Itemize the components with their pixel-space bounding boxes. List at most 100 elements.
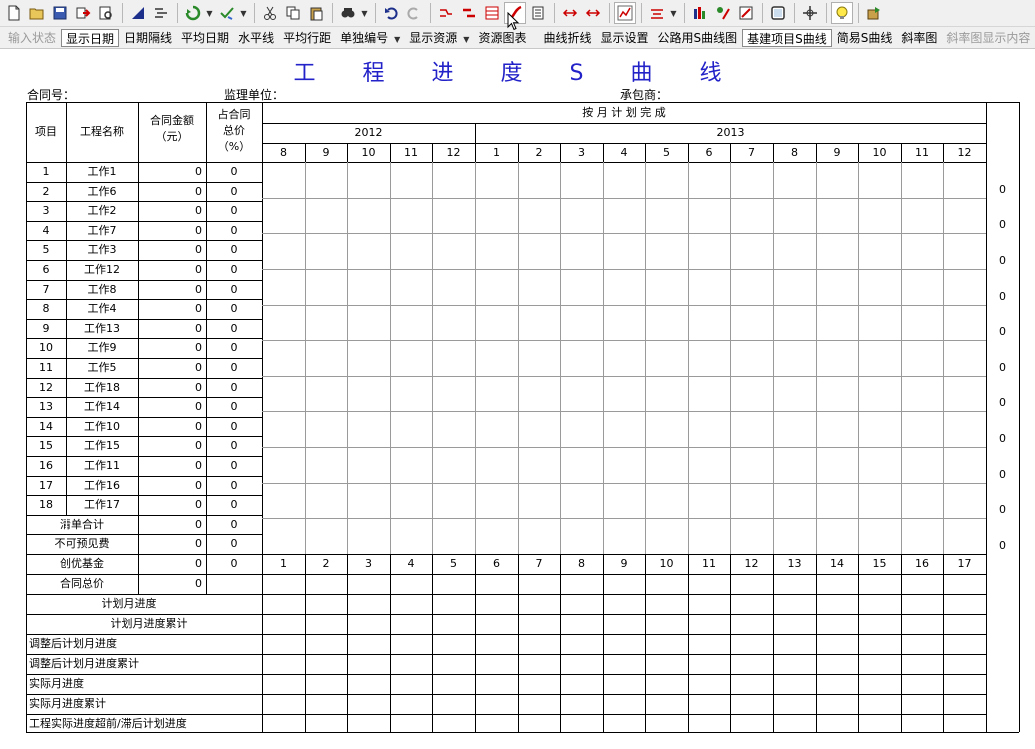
stack-button[interactable]	[527, 2, 549, 24]
edit-chart-button[interactable]	[735, 2, 757, 24]
grid-line	[901, 554, 902, 732]
menu-item-7[interactable]: 显示资源 ▼	[405, 28, 473, 48]
table-bottom-border	[26, 732, 1019, 733]
check-button[interactable]	[216, 2, 238, 24]
summary-name: 不可预见费	[54, 537, 110, 550]
menu-item-label: 显示日期	[66, 31, 115, 46]
triangle-button[interactable]	[127, 2, 149, 24]
contract-amount: 0	[195, 165, 202, 178]
right-axis-label: 0	[999, 325, 1006, 338]
grid-line	[26, 534, 262, 535]
row-number: 11	[39, 361, 53, 374]
work-name: 工作12	[84, 263, 120, 276]
grid-line	[26, 299, 262, 300]
merged-cell-cover	[66, 555, 67, 574]
work-name: 工作2	[87, 204, 117, 217]
paste-button[interactable]	[305, 2, 327, 24]
menu-item-10[interactable]: 显示设置	[596, 28, 652, 48]
work-name: 工作8	[87, 282, 117, 296]
menu-item-11[interactable]: 公路用S曲线图	[653, 28, 741, 48]
link-button[interactable]	[435, 2, 457, 24]
summary-amount: 0	[195, 537, 202, 550]
bar-button[interactable]	[458, 2, 480, 24]
contract-amount: 0	[195, 400, 202, 413]
menu-item-13[interactable]: 简易S曲线	[833, 28, 897, 48]
cut-button[interactable]	[259, 2, 281, 24]
curve-grid-line	[305, 162, 306, 554]
curve-grid-line	[816, 162, 817, 554]
menu-item-3[interactable]: 平均日期	[177, 28, 233, 48]
find-button[interactable]	[337, 2, 359, 24]
curve-grid-line	[901, 162, 902, 554]
contract-ratio: 0	[230, 498, 238, 511]
menu-item-9[interactable]: 曲线折线	[539, 28, 595, 48]
align-button[interactable]	[150, 2, 172, 24]
bulb-button[interactable]	[831, 2, 853, 24]
move-left-button[interactable]	[559, 2, 581, 24]
menu-item-8[interactable]: 资源图表	[474, 28, 530, 48]
chart-button[interactable]	[614, 2, 636, 24]
refresh-button[interactable]	[182, 2, 204, 24]
new-file-button[interactable]	[3, 2, 25, 24]
redo-button[interactable]	[403, 2, 425, 24]
level-button[interactable]	[646, 2, 668, 24]
table-button[interactable]	[481, 2, 503, 24]
grid-line	[518, 554, 519, 732]
merged-cell-cover	[66, 535, 67, 554]
undo-button[interactable]	[380, 2, 402, 24]
dropdown-arrow-icon[interactable]: ▼	[669, 9, 678, 18]
month-header: 11	[915, 145, 929, 159]
menu-item-4[interactable]: 水平线	[234, 28, 278, 48]
copy-button[interactable]	[282, 2, 304, 24]
exit-button[interactable]	[863, 2, 885, 24]
move-left-icon	[562, 9, 578, 17]
menu-item-label: 显示资源	[409, 30, 458, 45]
month-header: 11	[404, 145, 418, 159]
contract-ratio: 0	[230, 321, 238, 335]
header-item: 项目	[35, 125, 57, 138]
work-name: 工作11	[84, 459, 120, 472]
move-right-button[interactable]	[582, 2, 604, 24]
grid-line	[26, 515, 262, 516]
summary-amount: 0	[195, 517, 202, 531]
export-button[interactable]	[72, 2, 94, 24]
window-button[interactable]	[767, 2, 789, 24]
summary-ratio: 0	[230, 537, 238, 550]
row-number: 17	[39, 478, 53, 492]
grid-line	[26, 594, 986, 595]
grid-line	[206, 574, 207, 594]
menu-item-5[interactable]: 平均行距	[279, 28, 335, 48]
menu-item-2[interactable]: 日期隔线	[120, 28, 176, 48]
dropdown-arrow-icon[interactable]: ▼	[239, 9, 248, 18]
month-header: 10	[361, 145, 376, 159]
cut-icon	[264, 6, 276, 20]
dropdown-arrow-icon[interactable]: ▼	[205, 9, 214, 18]
menu-item-6[interactable]: 单独编号 ▼	[336, 28, 404, 48]
print-preview-button[interactable]	[95, 2, 117, 24]
total-name: 合同总价	[60, 577, 104, 590]
menu-item-1[interactable]: 显示日期	[61, 28, 120, 47]
period-number: 8	[578, 557, 585, 570]
toolbar-separator	[177, 3, 178, 23]
menu-item-label: 单独编号	[340, 30, 389, 45]
month-header: 9	[322, 145, 330, 159]
save-button[interactable]	[49, 2, 71, 24]
dropdown-arrow-icon[interactable]: ▼	[360, 9, 369, 18]
bar-chart-icon	[694, 7, 705, 19]
period-number: 4	[407, 557, 415, 570]
month-header: 8	[791, 145, 798, 159]
menu-item-12[interactable]: 基建项目S曲线	[742, 28, 832, 47]
menu-item-14[interactable]: 斜率图	[897, 28, 941, 48]
row-number: 1	[42, 165, 50, 178]
grid-line	[26, 694, 986, 695]
summary-ratio: 0	[230, 517, 238, 531]
curve-grid-line	[262, 447, 986, 448]
bar-chart-button[interactable]	[689, 2, 711, 24]
crosshair-button[interactable]	[799, 2, 821, 24]
resource-button[interactable]	[712, 2, 734, 24]
grid-line	[26, 614, 986, 615]
bulb-icon	[836, 6, 848, 19]
open-folder-button[interactable]	[26, 2, 48, 24]
total-amount: 0	[195, 577, 202, 590]
menu-item-label: 公路用S曲线图	[657, 30, 738, 45]
